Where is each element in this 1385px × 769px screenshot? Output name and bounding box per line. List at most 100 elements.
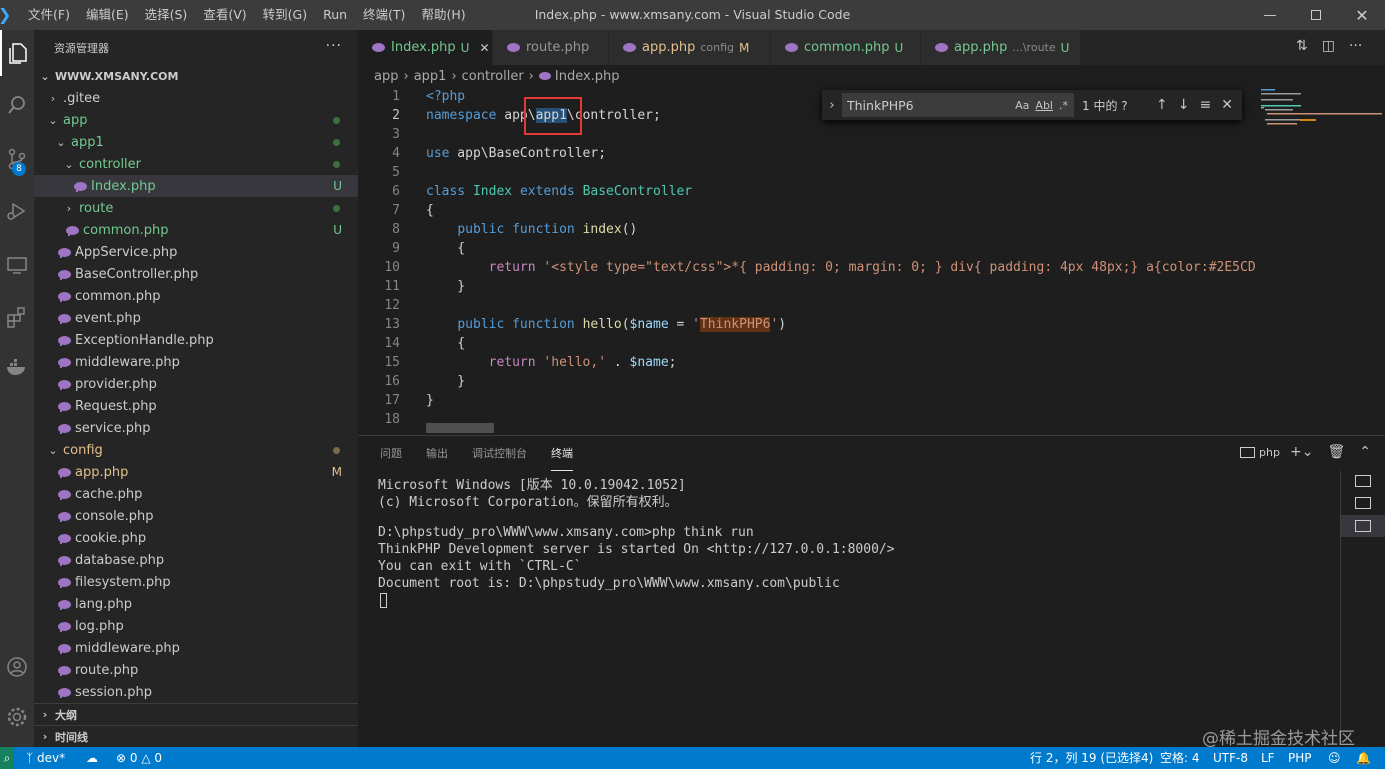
previous-match-icon[interactable]: ↑: [1156, 97, 1168, 113]
menu-item[interactable]: 文件(F): [20, 0, 78, 30]
file-item[interactable]: console.php: [34, 505, 358, 527]
outline-section[interactable]: › 大纲: [34, 703, 358, 725]
file-item[interactable]: Index.php U: [34, 175, 358, 197]
encoding[interactable]: UTF-8: [1213, 747, 1248, 769]
menu-item[interactable]: 终端(T): [355, 0, 413, 30]
notifications-icon[interactable]: 🔔: [1356, 747, 1371, 769]
close-window-icon[interactable]: ✕: [1339, 0, 1385, 30]
compare-changes-icon[interactable]: ⇅: [1296, 38, 1308, 54]
folder-item[interactable]: ⌄ config: [34, 439, 358, 461]
file-item[interactable]: AppService.php: [34, 241, 358, 263]
file-item[interactable]: middleware.php: [34, 351, 358, 373]
terminal-instance-icon[interactable]: [1355, 475, 1371, 487]
panel-tab[interactable]: 问题: [380, 436, 402, 471]
file-item[interactable]: provider.php: [34, 373, 358, 395]
code-line[interactable]: public function index(): [426, 222, 637, 237]
file-item[interactable]: route.php: [34, 659, 358, 681]
code-line[interactable]: {: [426, 203, 434, 218]
regex-icon[interactable]: .*: [1059, 99, 1068, 112]
code-line[interactable]: <?php: [426, 89, 465, 104]
remote-explorer-icon[interactable]: [0, 242, 34, 288]
code-line[interactable]: class Index extends BaseController: [426, 184, 692, 199]
problems-indicator[interactable]: ⊗ 0 △ 0: [116, 747, 162, 769]
panel-tab[interactable]: 输出: [426, 436, 448, 471]
file-item[interactable]: cookie.php: [34, 527, 358, 549]
menu-item[interactable]: 选择(S): [137, 0, 196, 30]
file-item[interactable]: service.php: [34, 417, 358, 439]
menu-item[interactable]: 编辑(E): [78, 0, 137, 30]
code-line[interactable]: return 'hello,' . $name;: [426, 355, 677, 370]
run-debug-icon[interactable]: [0, 188, 34, 234]
end-of-line[interactable]: LF: [1261, 747, 1275, 769]
remote-indicator-icon[interactable]: ⌕: [0, 747, 14, 769]
code-editor[interactable]: 1 <?php 2 namespace app\app1\controller; 3 4 u…: [358, 87, 1255, 435]
account-icon[interactable]: [0, 644, 34, 690]
panel-tab[interactable]: 终端: [551, 436, 573, 471]
close-find-icon[interactable]: ✕: [1221, 97, 1233, 113]
code-line[interactable]: {: [426, 241, 465, 256]
breadcrumb-item[interactable]: controller: [462, 69, 524, 84]
code-line[interactable]: return '<style type="text/css">*{ paddin…: [426, 260, 1255, 275]
folder-item[interactable]: ⌄ controller: [34, 153, 358, 175]
file-item[interactable]: session.php: [34, 681, 358, 703]
breadcrumb-item[interactable]: Index.php: [555, 69, 620, 84]
file-item[interactable]: BaseController.php: [34, 263, 358, 285]
file-item[interactable]: filesystem.php: [34, 571, 358, 593]
file-item[interactable]: log.php: [34, 615, 358, 637]
menu-item[interactable]: 帮助(H): [413, 0, 473, 30]
folder-item[interactable]: ⌄ app: [34, 109, 358, 131]
workspace-root[interactable]: ⌄ WWW.XMSANY.COM: [34, 65, 358, 87]
code-line[interactable]: }: [426, 393, 434, 408]
maximize-icon[interactable]: [1293, 0, 1339, 30]
file-item[interactable]: ExceptionHandle.php: [34, 329, 358, 351]
timeline-section[interactable]: › 时间线: [34, 725, 358, 747]
file-item[interactable]: common.php U: [34, 219, 358, 241]
file-item[interactable]: middleware.php: [34, 637, 358, 659]
cursor-position[interactable]: 行 2，列 19 (已选择4): [1030, 747, 1153, 769]
file-item[interactable]: app.php M: [34, 461, 358, 483]
language-mode[interactable]: PHP: [1288, 747, 1312, 769]
file-item[interactable]: common.php: [34, 285, 358, 307]
panel-tab[interactable]: 调试控制台: [472, 436, 527, 471]
maximize-panel-icon[interactable]: ⌃: [1359, 444, 1371, 460]
settings-gear-icon[interactable]: [0, 694, 34, 740]
breadcrumb-item[interactable]: app: [374, 69, 398, 84]
editor-tab[interactable]: common.php U: [771, 30, 921, 65]
file-item[interactable]: Request.php: [34, 395, 358, 417]
match-case-icon[interactable]: Aa: [1015, 99, 1029, 112]
indentation[interactable]: 空格: 4: [1160, 747, 1200, 769]
toggle-replace-icon[interactable]: ›: [822, 98, 842, 113]
kill-terminal-icon[interactable]: 🗑: [1327, 444, 1345, 460]
code-line[interactable]: use app\BaseController;: [426, 146, 606, 161]
file-item[interactable]: cache.php: [34, 483, 358, 505]
whole-word-icon[interactable]: Abl: [1035, 99, 1053, 112]
terminal-instance-active[interactable]: [1341, 515, 1385, 537]
sync-icon[interactable]: ☁: [86, 747, 98, 769]
docker-icon[interactable]: [0, 344, 34, 390]
horizontal-scrollbar[interactable]: [426, 423, 494, 433]
code-line[interactable]: {: [426, 336, 465, 351]
find-input[interactable]: ThinkPHP6 Aa Abl .*: [842, 93, 1074, 117]
folder-item[interactable]: › route: [34, 197, 358, 219]
terminal-instance-icon[interactable]: [1355, 497, 1371, 509]
minimap[interactable]: [1255, 87, 1385, 435]
split-editor-icon[interactable]: ◫: [1322, 38, 1335, 54]
minimize-icon[interactable]: —: [1247, 0, 1293, 30]
editor-tab[interactable]: app.php ...\route U: [921, 30, 1081, 65]
code-line[interactable]: }: [426, 374, 465, 389]
folder-item[interactable]: › .gitee: [34, 87, 358, 109]
menu-item[interactable]: 转到(G): [255, 0, 315, 30]
new-terminal-icon[interactable]: +⌄: [1290, 444, 1313, 460]
menu-item[interactable]: Run: [315, 0, 355, 30]
editor-tab[interactable]: app.php config M: [609, 30, 771, 65]
file-item[interactable]: event.php: [34, 307, 358, 329]
source-control-icon[interactable]: 8: [0, 136, 34, 182]
file-item[interactable]: lang.php: [34, 593, 358, 615]
file-item[interactable]: database.php: [34, 549, 358, 571]
extensions-icon[interactable]: [0, 294, 34, 340]
feedback-icon[interactable]: ☺: [1328, 747, 1341, 769]
more-actions-icon[interactable]: ···: [1349, 38, 1362, 54]
branch-indicator[interactable]: ᛉ dev*: [26, 747, 65, 769]
editor-tab[interactable]: route.php: [493, 30, 609, 65]
menu-item[interactable]: 查看(V): [195, 0, 254, 30]
